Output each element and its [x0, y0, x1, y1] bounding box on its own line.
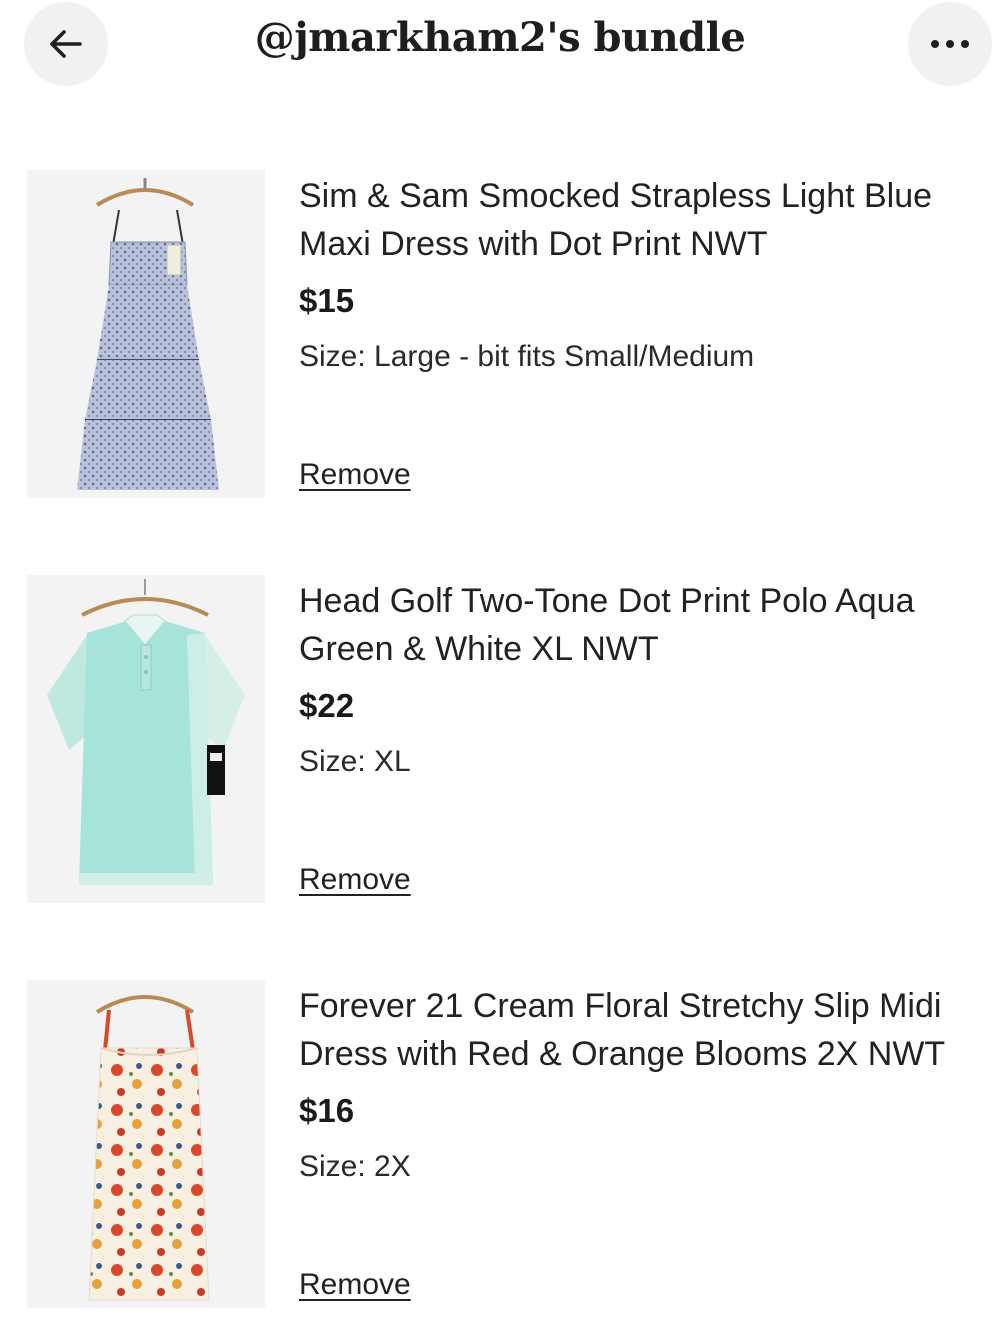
dress-image-icon — [27, 170, 265, 498]
page-title: @jmarkham2's bundle — [254, 14, 746, 61]
product-title[interactable]: Head Golf Two-Tone Dot Print Polo Aqua G… — [299, 577, 994, 673]
floral-dress-image-icon — [27, 980, 265, 1308]
product-price: $15 — [299, 282, 355, 319]
more-options-button[interactable] — [908, 2, 992, 86]
product-title[interactable]: Sim & Sam Smocked Strapless Light Blue M… — [299, 172, 994, 268]
remove-button[interactable]: Remove — [299, 458, 411, 492]
product-price: $16 — [299, 1092, 355, 1129]
bundle-item: Forever 21 Cream Floral Stretchy Slip Mi… — [0, 980, 1000, 1310]
back-button[interactable] — [24, 2, 108, 86]
polo-image-icon — [27, 575, 265, 903]
product-size: Size: Large - bit fits Small/Medium — [299, 340, 755, 373]
bundle-item: Head Golf Two-Tone Dot Print Polo Aqua G… — [0, 575, 1000, 905]
product-size: Size: XL — [299, 745, 411, 778]
header: @jmarkham2's bundle — [0, 0, 1000, 90]
product-size: Size: 2X — [299, 1150, 411, 1183]
product-image[interactable] — [27, 980, 265, 1308]
product-price: $22 — [299, 687, 355, 724]
product-image[interactable] — [27, 170, 265, 498]
remove-button[interactable]: Remove — [299, 863, 411, 897]
product-title[interactable]: Forever 21 Cream Floral Stretchy Slip Mi… — [299, 982, 994, 1078]
arrow-left-icon — [50, 30, 82, 58]
bundle-item: Sim & Sam Smocked Strapless Light Blue M… — [0, 170, 1000, 500]
product-image[interactable] — [27, 575, 265, 903]
more-horizontal-icon — [931, 40, 969, 48]
remove-button[interactable]: Remove — [299, 1268, 411, 1302]
